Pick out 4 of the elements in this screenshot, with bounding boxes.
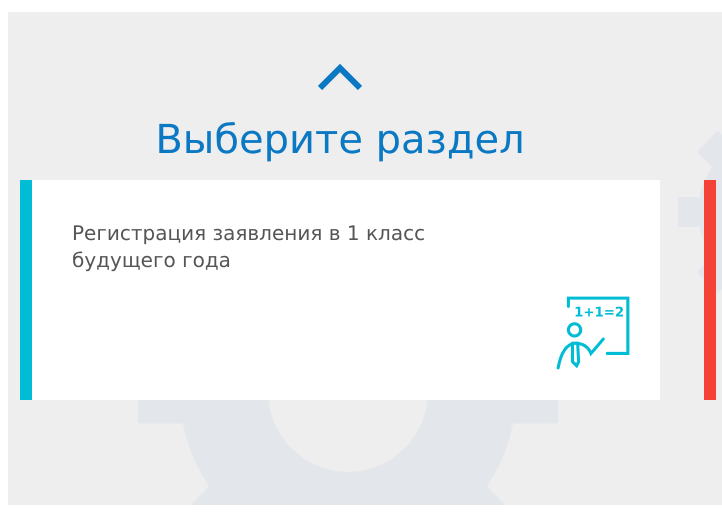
section-heading: Выберите раздел bbox=[154, 116, 526, 164]
section-card[interactable]: Регистрация заявления в 1 класс будущего года 1+1=2 bbox=[20, 180, 660, 400]
card-title: Регистрация заявления в 1 класс будущего года bbox=[72, 220, 426, 274]
chevron-up-icon[interactable] bbox=[316, 62, 364, 92]
